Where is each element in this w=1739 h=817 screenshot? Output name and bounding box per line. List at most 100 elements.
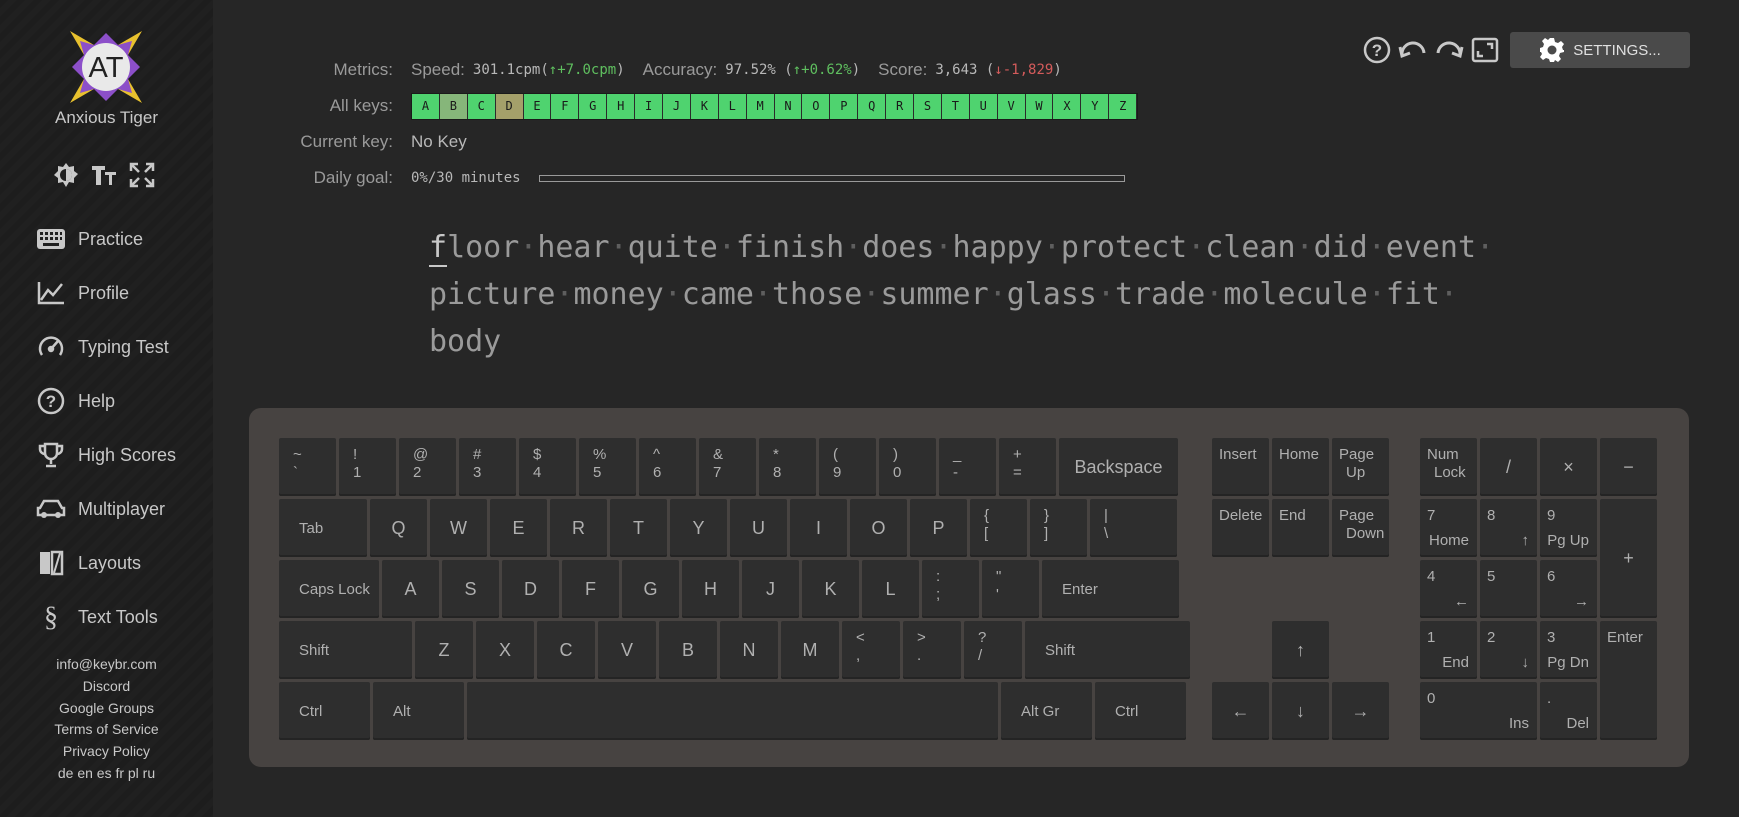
key-a[interactable]: A	[382, 560, 439, 618]
font-size-icon[interactable]	[90, 161, 118, 189]
key-tab[interactable]: Tab	[279, 499, 367, 557]
key-num-minus[interactable]: −	[1600, 438, 1657, 496]
key-`[interactable]: ~ `	[279, 438, 336, 496]
theme-icon[interactable]	[52, 161, 80, 189]
key-stat-f[interactable]: F	[551, 93, 580, 119]
key-stat-e[interactable]: E	[523, 93, 552, 119]
key-s[interactable]: S	[442, 560, 499, 618]
key-stat-i[interactable]: I	[635, 93, 664, 119]
settings-button[interactable]: SETTINGS...	[1510, 32, 1690, 68]
key-y[interactable]: Y	[670, 499, 727, 557]
key-stat-o[interactable]: O	[802, 93, 831, 119]
nav-text-tools[interactable]: § Text Tools	[36, 590, 176, 644]
key-9[interactable]: (9	[819, 438, 876, 496]
key-p[interactable]: P	[910, 499, 967, 557]
expand-icon[interactable]	[1470, 35, 1500, 65]
key-o[interactable]: O	[850, 499, 907, 557]
key-2[interactable]: @2	[399, 438, 456, 496]
key-'[interactable]: " '	[982, 560, 1039, 618]
key-0[interactable]: ) 0	[879, 438, 936, 496]
key-num-3[interactable]: 3 Pg Dn	[1540, 621, 1597, 679]
key-arrow-left[interactable]: ←	[1212, 682, 1269, 740]
key-num-lock[interactable]: Num Lock	[1420, 438, 1477, 496]
key-num-slash[interactable]: /	[1480, 438, 1537, 496]
key-end[interactable]: End	[1272, 499, 1329, 557]
key-insert[interactable]: Insert	[1212, 438, 1269, 496]
key-page-up[interactable]: Page Up	[1332, 438, 1389, 496]
key-stat-g[interactable]: G	[579, 93, 608, 119]
key-num-0[interactable]: 0 Ins	[1420, 682, 1537, 740]
key-delete[interactable]: Delete	[1212, 499, 1269, 557]
key-stat-w[interactable]: W	[1025, 93, 1054, 119]
key-num-5[interactable]: 5	[1480, 560, 1537, 618]
key-arrow-down[interactable]: ↓	[1272, 682, 1329, 740]
key-stat-s[interactable]: S	[914, 93, 942, 119]
key-3[interactable]: #3	[459, 438, 516, 496]
key-e[interactable]: E	[490, 499, 547, 557]
key-[[interactable]: {[	[970, 499, 1027, 557]
key-stat-u[interactable]: U	[969, 93, 998, 119]
key-stat-b[interactable]: B	[439, 93, 468, 119]
footer-terms-link[interactable]: Terms of Service	[0, 719, 213, 741]
key-num-8[interactable]: 8 ↑	[1480, 499, 1537, 557]
key-stat-q[interactable]: Q	[858, 93, 887, 119]
key-\[interactable]: | \	[1090, 499, 1177, 557]
key-stat-m[interactable]: M	[746, 93, 775, 119]
key-backspace[interactable]: Backspace	[1059, 438, 1178, 496]
key-stat-d[interactable]: D	[495, 93, 524, 119]
key-stat-k[interactable]: K	[690, 93, 719, 119]
key-enter[interactable]: Enter	[1042, 560, 1179, 618]
user-avatar[interactable]: AT	[70, 31, 142, 103]
key--[interactable]: _ -	[939, 438, 996, 496]
key-=[interactable]: + =	[999, 438, 1056, 496]
key-7[interactable]: & 7	[699, 438, 756, 496]
key-stat-a[interactable]: A	[412, 93, 440, 119]
key-j[interactable]: J	[742, 560, 799, 618]
key-stat-l[interactable]: L	[718, 93, 747, 119]
key-f[interactable]: F	[562, 560, 619, 618]
nav-practice[interactable]: Practice	[36, 212, 176, 266]
key-stat-r[interactable]: R	[886, 93, 915, 119]
key-stat-x[interactable]: X	[1053, 93, 1082, 119]
key-8[interactable]: * 8	[759, 438, 816, 496]
key-m[interactable]: M	[781, 621, 839, 679]
footer-privacy-link[interactable]: Privacy Policy	[0, 741, 213, 763]
nav-profile[interactable]: Profile	[36, 266, 176, 320]
nav-typing-test[interactable]: Typing Test	[36, 320, 176, 374]
key-stat-v[interactable]: V	[997, 93, 1026, 119]
key-home[interactable]: Home	[1272, 438, 1329, 496]
key-c[interactable]: C	[537, 621, 595, 679]
key-l[interactable]: L	[862, 560, 919, 618]
key-n[interactable]: N	[720, 621, 778, 679]
key-stat-j[interactable]: J	[663, 93, 691, 119]
key-w[interactable]: W	[430, 499, 487, 557]
nav-high-scores[interactable]: High Scores	[36, 428, 176, 482]
key-,[interactable]: <,	[842, 621, 900, 679]
key-stat-c[interactable]: C	[467, 93, 496, 119]
key-.[interactable]: >.	[903, 621, 961, 679]
key-/[interactable]: ? /	[964, 621, 1022, 679]
key-num-enter[interactable]: Enter	[1600, 621, 1657, 740]
key-k[interactable]: K	[802, 560, 859, 618]
footer-discord-link[interactable]: Discord	[0, 676, 213, 698]
undo-icon[interactable]	[1398, 35, 1428, 65]
key-ctrl-left[interactable]: Ctrl	[279, 682, 370, 740]
footer-languages[interactable]: de en es fr pl ru	[0, 763, 213, 785]
key-arrow-right[interactable]: →	[1332, 682, 1389, 740]
key-][interactable]: }]	[1030, 499, 1087, 557]
key-num-7[interactable]: 7 Home	[1420, 499, 1477, 557]
key-space[interactable]	[467, 682, 998, 740]
nav-help[interactable]: ? Help	[36, 374, 176, 428]
key-num-2[interactable]: 2 ↓	[1480, 621, 1537, 679]
user-name[interactable]: Anxious Tiger	[0, 108, 213, 128]
key-b[interactable]: B	[659, 621, 717, 679]
key-alt[interactable]: Alt	[373, 682, 464, 740]
key-alt-gr[interactable]: Alt Gr	[1001, 682, 1092, 740]
key-stat-z[interactable]: Z	[1109, 93, 1138, 119]
key-num-1[interactable]: 1 End	[1420, 621, 1477, 679]
key-g[interactable]: G	[622, 560, 679, 618]
help-icon[interactable]: ?	[1362, 35, 1392, 65]
key-q[interactable]: Q	[370, 499, 427, 557]
key-t[interactable]: T	[610, 499, 667, 557]
footer-email-link[interactable]: info@keybr.com	[0, 654, 213, 676]
